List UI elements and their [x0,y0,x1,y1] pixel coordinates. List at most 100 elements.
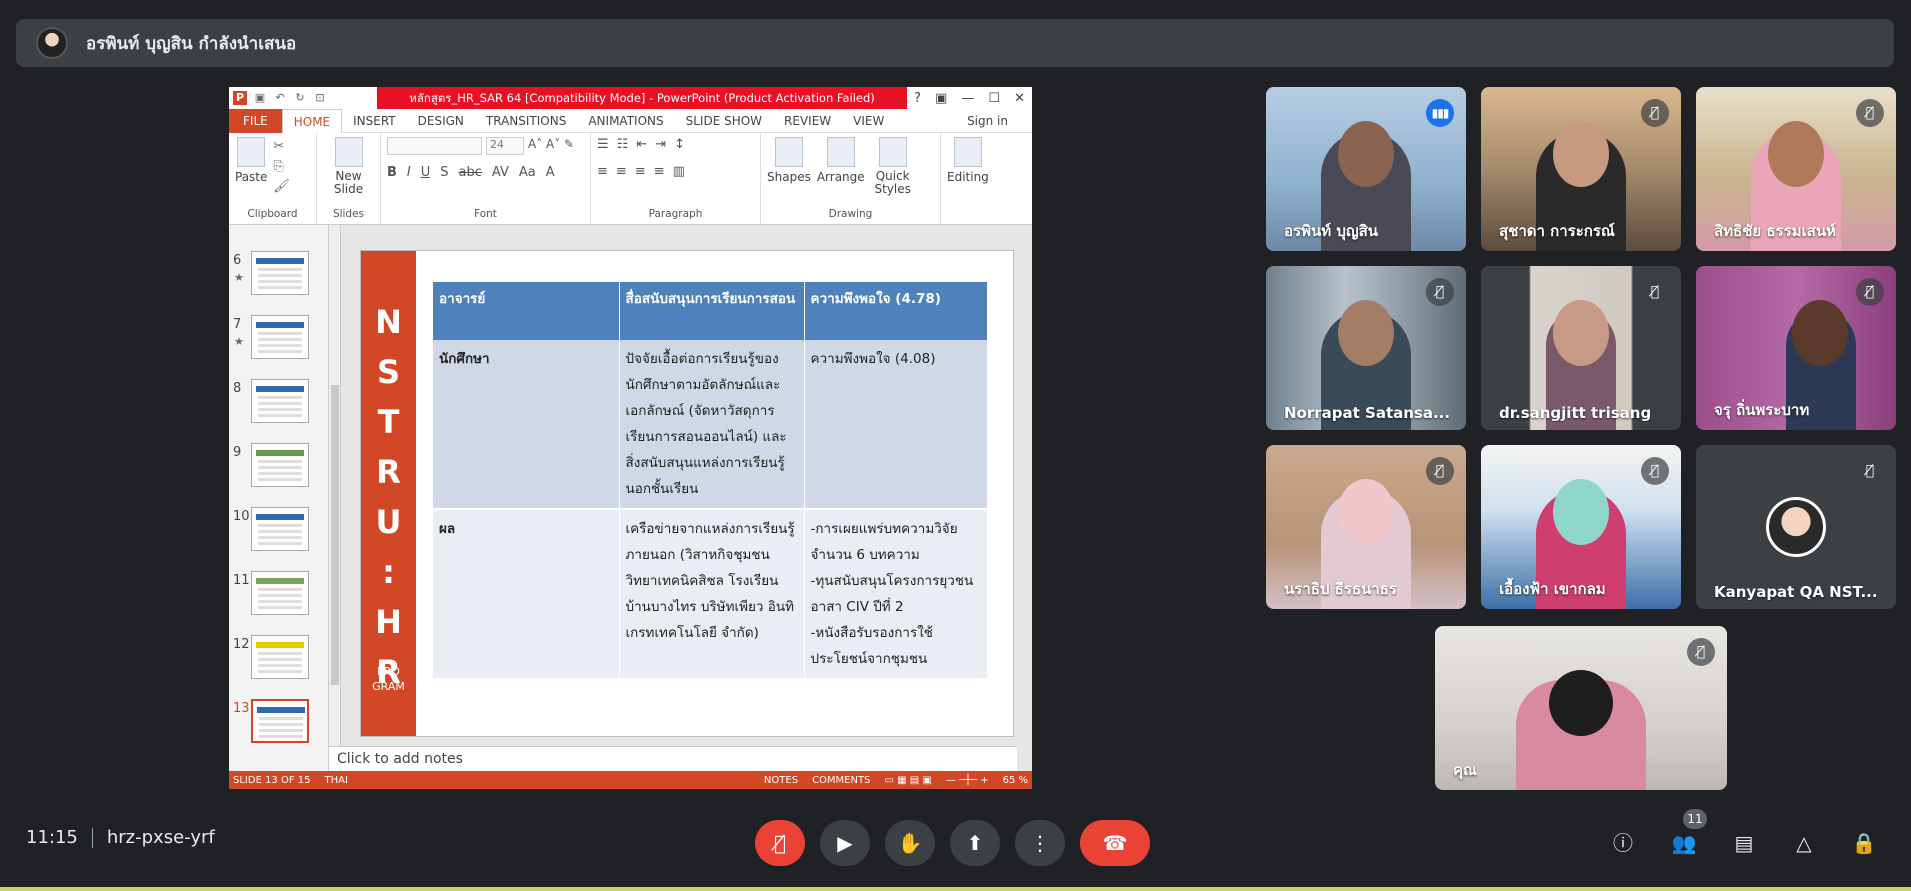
ribbon-group-font: 24 A˄ A˅ ✎ B I U S abc AV Aa A Font [381,133,591,224]
presenter-text: อรพินท์ บุญสิน กำลังนำเสนอ [86,33,297,54]
notes-toggle: NOTES [763,774,799,786]
slide-thumbnail: 8 [229,377,329,437]
notes-pane: Click to add notes [329,746,1017,771]
more-options-button[interactable]: ⋮ [1015,820,1065,866]
mic-off-icon: 🎙̸ [1856,278,1884,306]
info-icon: ⓘ [1613,831,1633,855]
slide-counter: SLIDE 13 OF 15 [233,774,311,786]
speaking-indicator-icon: ▮▮▮ [1426,99,1454,127]
presenter-avatar [36,27,68,59]
list-icons: ☰ ☷ ⇤ ⇥ ↕ [597,137,686,152]
participant-tile[interactable]: ▮▮▮ อรพินท์ บุญสิน [1266,87,1466,251]
mic-off-icon: 🎙̸ [1641,278,1669,306]
participant-tile[interactable]: 🎙̸ Kanyapat QA NST... [1696,445,1896,609]
ppt-workspace: 6 ★ 7 ★ 8 9 10 11 12 13 N S T R U : H R PR… [229,225,1032,789]
mic-off-icon: 🎙̸ [1687,638,1715,666]
thumbnail-number: 11 [233,573,250,588]
current-slide: N S T R U : H R PRO GRAM อาจารย์ สื่อสนั… [361,251,1013,736]
animation-star-icon: ★ [234,271,244,284]
underline-icon: U [420,165,431,180]
thumbnail-number: 8 [233,381,242,396]
participant-tile[interactable]: 🎙̸ เอื้องฟ้า เขากลม [1481,445,1681,609]
mic-off-icon: 🎙̸ [1426,457,1454,485]
participant-tile[interactable]: 🎙̸ นราธิป ธีรธนาธร [1266,445,1466,609]
meeting-info: 11:15 hrz-pxse-yrf [26,827,215,848]
participant-tile[interactable]: 🎙̸ dr.sangjitt trisang [1481,266,1681,430]
participant-tile[interactable]: 🎙̸ Norrapat Satansa... [1266,266,1466,430]
tab-animations: ANIMATIONS [588,113,664,128]
mic-off-icon: 🎙̸ [773,831,786,855]
spacing-icon: AV [491,165,509,180]
quick-access-toolbar: P ▣ ↶ ↻ ⊡ [229,91,377,105]
activities-button[interactable]: △ [1788,827,1820,859]
new-slide-icon [334,137,363,167]
mic-off-icon: 🎙̸ [1856,99,1884,127]
save-icon: ▣ [254,91,266,104]
end-call-icon: ☎ [1102,831,1128,855]
slide-thumbnail: 9 [229,441,329,501]
table-cell: ความพึงพอใจ (4.08) [804,340,988,510]
table-cell: ผล [433,509,620,680]
change-case-icon: Aa [518,165,536,180]
slide-thumbnail: 7 ★ [229,313,329,373]
cut-copy-icons: ✂ ⎘ 🖌 [273,139,290,194]
present-button[interactable]: ⬆ [950,820,1000,866]
participant-tile[interactable]: 🎙̸ จรุ ถิ่นพระบาท [1696,266,1896,430]
slide-thumbnail: 6 ★ [229,249,329,309]
maximize-icon: ☐ [988,90,1001,106]
table-header-cell: สื่อสนับสนุนการเรียนการสอน [619,282,805,340]
tab-transitions: TRANSITIONS [485,113,567,128]
tab-view: VIEW [853,113,885,128]
help-icon: ? [914,90,921,106]
participant-tile[interactable]: 🎙̸ สุชาดา การะกรณ์ [1481,87,1681,251]
thumbnail-number: 6 [233,253,242,268]
table-cell: ปัจจัยเอื้อต่อการเรียนรู้ของนักศึกษาตามอ… [619,340,805,510]
thumbnail-number: 10 [233,509,250,524]
ribbon-group-drawing: Shapes Arrange Quick Styles Drawing [761,133,941,224]
activities-icon: △ [1796,831,1812,855]
raise-hand-button[interactable]: ✋ [885,820,935,866]
ribbon-group-paragraph: ☰ ☷ ⇤ ⇥ ↕ ≡ ≡ ≡ ≡ ▥ Paragraph [591,133,761,224]
chat-button[interactable]: ▤ [1728,827,1760,859]
mic-off-icon: 🎙̸ [1856,457,1884,485]
slide-table: อาจารย์ สื่อสนับสนุนการเรียนการสอน ความพ… [433,282,988,680]
shapes-label: Shapes [767,170,811,184]
font-color-icon: A [545,165,555,180]
camera-toggle-button[interactable]: ▶ [820,820,870,866]
quick-styles-icon [878,137,907,167]
font-name-box [387,137,482,155]
new-slide-label: New Slide [333,169,364,196]
arrange-label: Arrange [816,170,865,184]
slide-thumbnail: 11 [229,569,329,629]
google-meet-window: อรพินท์ บุญสิน กำลังนำเสนอ P ▣ ↶ ↻ ⊡ หลั… [0,0,1911,891]
participant-name: Kanyapat QA NST... [1714,583,1878,601]
view-buttons-icon: ▭ ▦ ▤ ▣ [884,774,932,786]
clipboard-group-label: Clipboard [247,208,298,220]
slide-thumbnail: 12 [229,633,329,693]
participant-name: Norrapat Satansa... [1284,404,1451,422]
band-program: PRO GRAM [372,665,405,693]
mic-off-icon: 🎙̸ [1641,99,1669,127]
table-header-cell: อาจารย์ [433,282,620,340]
grow-shrink-font-icon: A˄ A˅ ✎ [528,137,575,151]
participant-name: อรพินท์ บุญสิน [1284,222,1379,240]
shared-screen-powerpoint: P ▣ ↶ ↻ ⊡ หลักสูตร_HR_SAR 64 [Compatibil… [229,87,1032,789]
meeting-code: hrz-pxse-yrf [106,827,215,848]
paste-label: Paste [235,170,268,184]
ppt-window-controls: ? ▣ — ☐ ✕ [907,91,1032,106]
quick-styles-label: Quick Styles [874,169,911,196]
undo-icon: ↶ [275,91,285,104]
chat-icon: ▤ [1734,831,1754,855]
participant-tile-self[interactable]: 🎙̸ คุณ [1435,626,1727,790]
end-call-button[interactable]: ☎ [1080,820,1150,866]
shapes-icon [774,137,803,167]
meeting-details-button[interactable]: ⓘ [1607,827,1639,859]
mic-toggle-button[interactable]: 🎙̸ [755,820,805,866]
align-icons: ≡ ≡ ≡ ≡ ▥ [597,164,685,179]
slides-group-label: Slides [332,208,365,220]
people-button[interactable]: 👥 [1668,827,1700,859]
participant-tile[interactable]: 🎙̸ สิทธิชัย ธรรมเสนห์ [1696,87,1896,251]
host-controls-button[interactable]: 🔒 [1848,827,1880,859]
table-row: ผล เครือข่ายจากแหล่งการเรียนรู้ภายนอก (ว… [433,509,988,680]
zoom-slider-icon: — ─┼─ + [945,774,989,786]
